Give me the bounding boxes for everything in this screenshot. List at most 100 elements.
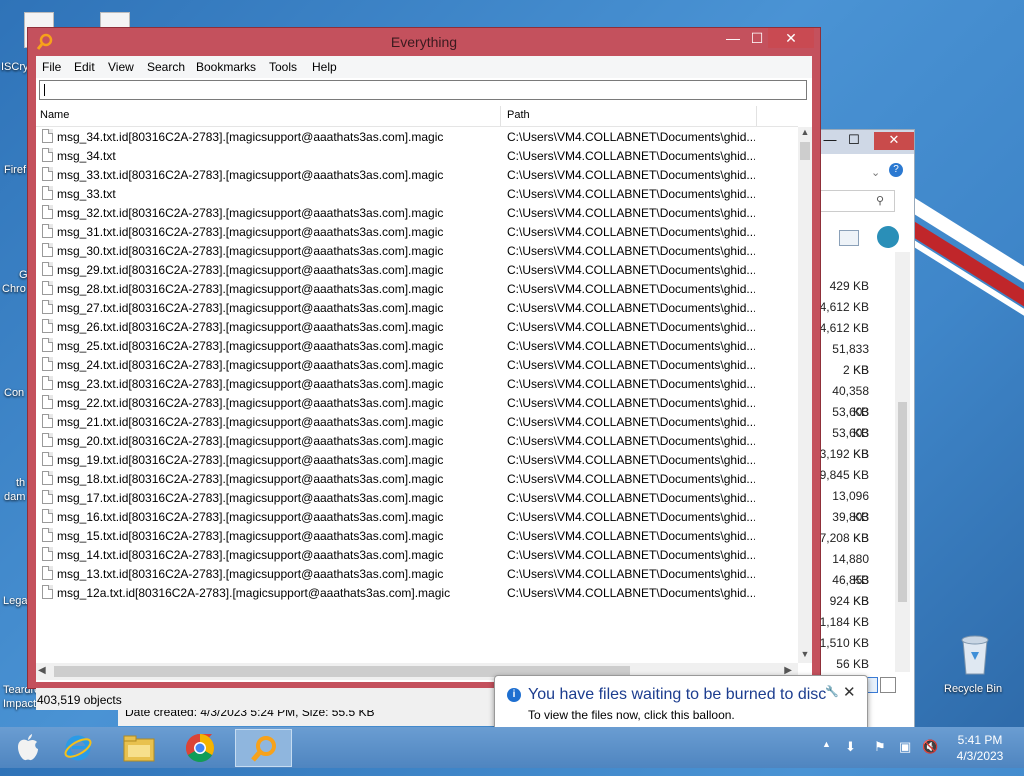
close-icon[interactable]: ✕ — [843, 683, 856, 701]
thumbnail-view-icon[interactable] — [880, 677, 896, 693]
menu-view[interactable]: View — [108, 60, 134, 74]
system-clock[interactable]: 5:41 PM 4/3/2023 — [955, 732, 1005, 764]
scroll-left-icon[interactable]: ◀ — [38, 665, 46, 676]
desktop-label[interactable]: ISCry — [1, 61, 29, 74]
scrollbar-thumb[interactable] — [800, 142, 810, 160]
balloon-title: You have files waiting to be burned to d… — [528, 686, 827, 703]
file-row[interactable]: msg_29.txt.id[80316C2A-2783].[magicsuppo… — [36, 260, 798, 279]
everything-taskbar-button[interactable] — [235, 729, 292, 767]
file-row[interactable]: msg_19.txt.id[80316C2A-2783].[magicsuppo… — [36, 450, 798, 469]
file-row[interactable]: msg_33.txt.id[80316C2A-2783].[magicsuppo… — [36, 165, 798, 184]
maximize-button[interactable]: ☐ — [744, 28, 770, 48]
desktop-label[interactable]: Con — [4, 387, 24, 400]
file-size: 3,192 KB — [819, 447, 869, 461]
file-row[interactable]: msg_17.txt.id[80316C2A-2783].[magicsuppo… — [36, 488, 798, 507]
show-hidden-icons-icon[interactable]: ▲ — [822, 739, 831, 749]
file-row[interactable]: msg_26.txt.id[80316C2A-2783].[magicsuppo… — [36, 317, 798, 336]
column-header-path[interactable]: Path — [507, 109, 530, 121]
file-row[interactable]: msg_25.txt.id[80316C2A-2783].[magicsuppo… — [36, 336, 798, 355]
file-name: msg_29.txt.id[80316C2A-2783].[magicsuppo… — [57, 263, 444, 277]
chevron-down-icon[interactable]: ⌄ — [871, 166, 880, 179]
minimize-button[interactable]: — — [720, 28, 746, 48]
desktop-label[interactable]: dam — [4, 491, 25, 504]
background-scrollbar[interactable] — [895, 252, 910, 672]
column-header-name[interactable]: Name — [40, 109, 69, 121]
file-row[interactable]: msg_18.txt.id[80316C2A-2783].[magicsuppo… — [36, 469, 798, 488]
start-button[interactable] — [2, 729, 54, 767]
text-file-icon — [42, 357, 53, 371]
recycle-bin-label[interactable]: Recycle Bin — [944, 683, 1002, 696]
action-center-flag-icon[interactable]: ⚑ — [874, 739, 886, 755]
close-button[interactable]: ✕ — [768, 28, 814, 48]
file-size: 13,096 KB — [832, 489, 869, 524]
file-name: msg_23.txt.id[80316C2A-2783].[magicsuppo… — [57, 377, 444, 391]
file-row[interactable]: msg_30.txt.id[80316C2A-2783].[magicsuppo… — [36, 241, 798, 260]
shell-icon[interactable] — [877, 226, 899, 248]
menu-tools[interactable]: Tools — [269, 60, 297, 74]
file-explorer-button[interactable] — [113, 729, 165, 767]
desktop-label[interactable]: th — [16, 477, 25, 490]
text-file-icon — [42, 186, 53, 200]
internet-explorer-button[interactable] — [52, 729, 104, 767]
file-row[interactable]: msg_23.txt.id[80316C2A-2783].[magicsuppo… — [36, 374, 798, 393]
file-path: C:\Users\VM4.COLLABNET\Documents\ghid... — [507, 187, 755, 201]
file-name: msg_18.txt.id[80316C2A-2783].[magicsuppo… — [57, 472, 444, 486]
help-icon[interactable]: ? — [889, 163, 903, 177]
file-name: msg_12a.txt.id[80316C2A-2783].[magicsupp… — [57, 586, 451, 600]
column-divider[interactable] — [500, 106, 501, 126]
file-row[interactable]: msg_14.txt.id[80316C2A-2783].[magicsuppo… — [36, 545, 798, 564]
file-row[interactable]: msg_22.txt.id[80316C2A-2783].[magicsuppo… — [36, 393, 798, 412]
scrollbar-thumb[interactable] — [898, 402, 907, 602]
titlebar[interactable]: Everything — ☐ ✕ — [28, 28, 820, 56]
file-row[interactable]: msg_31.txt.id[80316C2A-2783].[magicsuppo… — [36, 222, 798, 241]
file-row[interactable]: msg_27.txt.id[80316C2A-2783].[magicsuppo… — [36, 298, 798, 317]
file-name: msg_26.txt.id[80316C2A-2783].[magicsuppo… — [57, 320, 444, 334]
close-icon[interactable]: ✕ — [874, 132, 914, 150]
file-row[interactable]: msg_34.txt.id[80316C2A-2783].[magicsuppo… — [36, 127, 798, 146]
burn-disc-tray-icon[interactable]: ⬇ — [845, 739, 856, 755]
menu-search[interactable]: Search — [147, 60, 185, 74]
file-row[interactable]: msg_28.txt.id[80316C2A-2783].[magicsuppo… — [36, 279, 798, 298]
volume-muted-icon[interactable]: 🔇 — [922, 739, 938, 755]
desktop-label[interactable]: Firef — [4, 164, 26, 177]
column-divider[interactable] — [756, 106, 757, 126]
file-path: C:\Users\VM4.COLLABNET\Documents\ghid... — [507, 282, 755, 296]
chrome-button[interactable] — [174, 729, 226, 767]
recycle-bin-icon[interactable] — [955, 630, 995, 676]
desktop-label[interactable]: Lega — [3, 595, 27, 608]
text-file-icon — [42, 300, 53, 314]
file-row[interactable]: msg_15.txt.id[80316C2A-2783].[magicsuppo… — [36, 526, 798, 545]
file-row[interactable]: msg_16.txt.id[80316C2A-2783].[magicsuppo… — [36, 507, 798, 526]
file-row[interactable]: msg_24.txt.id[80316C2A-2783].[magicsuppo… — [36, 355, 798, 374]
file-row[interactable]: msg_34.txt C:\Users\VM4.COLLABNET\Documen… — [36, 146, 798, 165]
menu-edit[interactable]: Edit — [74, 60, 95, 74]
text-file-icon — [42, 281, 53, 295]
minimize-icon[interactable]: — — [819, 132, 841, 150]
file-path: C:\Users\VM4.COLLABNET\Documents\ghid... — [507, 168, 755, 182]
menu-file[interactable]: File — [42, 60, 61, 74]
file-row[interactable]: msg_12a.txt.id[80316C2A-2783].[magicsupp… — [36, 583, 798, 601]
maximize-icon[interactable]: ☐ — [843, 132, 865, 150]
scroll-down-icon[interactable]: ▼ — [798, 649, 812, 663]
burn-notification-balloon[interactable]: i You have files waiting to be burned to… — [494, 675, 868, 732]
scroll-up-icon[interactable]: ▲ — [798, 127, 812, 141]
desktop-label[interactable]: Chro — [2, 283, 26, 296]
file-row[interactable]: msg_33.txt C:\Users\VM4.COLLABNET\Documen… — [36, 184, 798, 203]
vertical-scrollbar[interactable]: ▲ ▼ — [798, 127, 812, 663]
file-row[interactable]: msg_20.txt.id[80316C2A-2783].[magicsuppo… — [36, 431, 798, 450]
search-box[interactable]: ⚲ — [819, 190, 895, 212]
file-path: C:\Users\VM4.COLLABNET\Documents\ghid... — [507, 529, 755, 543]
pin-icon[interactable]: 🔧 — [825, 685, 839, 698]
menu-help[interactable]: Help — [312, 60, 337, 74]
network-icon[interactable]: ▣ — [899, 739, 911, 755]
file-size: 56 KB — [836, 657, 869, 671]
preview-pane-icon[interactable] — [839, 230, 859, 246]
text-file-icon — [42, 395, 53, 409]
file-row[interactable]: msg_32.txt.id[80316C2A-2783].[magicsuppo… — [36, 203, 798, 222]
file-path: C:\Users\VM4.COLLABNET\Documents\ghid... — [507, 567, 755, 581]
window-title: Everything — [390, 34, 458, 50]
file-row[interactable]: msg_13.txt.id[80316C2A-2783].[magicsuppo… — [36, 564, 798, 583]
file-row[interactable]: msg_21.txt.id[80316C2A-2783].[magicsuppo… — [36, 412, 798, 431]
menu-bookmarks[interactable]: Bookmarks — [196, 60, 256, 74]
search-input[interactable] — [39, 80, 807, 100]
